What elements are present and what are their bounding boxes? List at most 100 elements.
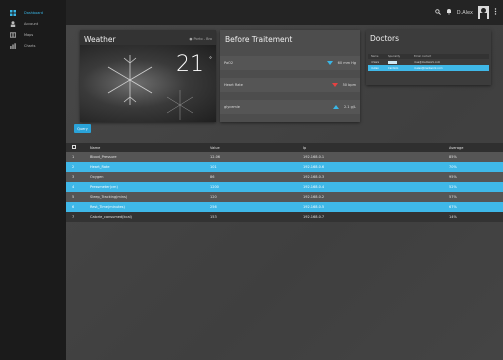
- weather-card: Weather ● Porto - Bro 21 °: [80, 30, 216, 122]
- cell-value: 256: [210, 205, 217, 209]
- cell-name: Blood_Pressure: [90, 155, 117, 159]
- metric-value: 50 bpm: [342, 83, 356, 87]
- bell-icon[interactable]: [446, 8, 452, 17]
- cell-name: Heart_Rate: [90, 165, 110, 169]
- doctor-name: d.Sara: [371, 60, 380, 64]
- cell-average: 14%: [449, 215, 457, 219]
- cell-average: 70%: [449, 165, 457, 169]
- sidebar-item-account[interactable]: Account: [0, 18, 66, 29]
- cell-name: Calorie_consumed(kcal): [90, 215, 132, 219]
- doctor-email: d.sa@mediwork.com: [414, 60, 441, 64]
- cell-average: 52%: [449, 185, 457, 189]
- more-vert-icon[interactable]: [494, 8, 497, 17]
- row-number: 1: [72, 155, 75, 159]
- row-number: 2: [72, 165, 75, 169]
- before-treatment-card: Before Traitement PaO2 60 mm Hg Heart Ra…: [220, 30, 360, 122]
- table-row[interactable]: 5 Sleep_Tracking(mins) 120 192.168.0.2 5…: [66, 192, 503, 202]
- table-row[interactable]: 7 Calorie_consumed(kcal) 153 192.168.0.7…: [66, 212, 503, 222]
- doctor-speciality: [388, 60, 414, 64]
- metric-label: PaO2: [224, 61, 234, 65]
- metric-label: glycemie: [224, 105, 240, 109]
- chart-icon: [10, 42, 16, 49]
- cell-value: 120: [210, 195, 217, 199]
- column-header[interactable]: Name: [90, 146, 210, 150]
- cell-ip: 192.168.0.4: [303, 185, 325, 189]
- cell-ip: 192.168.0.5: [303, 205, 325, 209]
- query-button[interactable]: Query: [74, 124, 91, 133]
- search-icon[interactable]: [435, 8, 441, 17]
- cell-ip: 192.168.0.2: [303, 195, 325, 199]
- sidebar-item-charts[interactable]: Charts: [0, 40, 66, 51]
- cell-value: 86: [210, 175, 215, 179]
- row-number: 4: [72, 185, 75, 189]
- arrow-down-icon: [331, 83, 338, 87]
- cell-value: 12.06: [210, 155, 221, 159]
- column-header: Email contact: [414, 55, 432, 58]
- cell-average: 85%: [449, 155, 457, 159]
- sidebar-item-label: Dashboard: [24, 10, 43, 15]
- doctor-email: d.alex@mediwork.com: [414, 66, 443, 70]
- table-header: Name Value Ip Average: [66, 143, 503, 152]
- grid-icon: [10, 9, 16, 16]
- cell-value: 153: [210, 215, 217, 219]
- cell-name: Rest_Time(minutes): [90, 205, 125, 209]
- row-number: 5: [72, 195, 75, 199]
- avatar[interactable]: [478, 6, 489, 19]
- metric-value: 60 mm Hg: [337, 61, 356, 65]
- row-number: 3: [72, 175, 75, 179]
- arrow-down-icon: [326, 61, 333, 65]
- cell-name: Oxygen: [90, 175, 104, 179]
- metric-label: Heart Rate: [224, 83, 243, 87]
- table-row[interactable]: 1 Blood_Pressure 12.06 192.168.0.1 85%: [66, 152, 503, 162]
- row-number: 7: [72, 215, 75, 219]
- doctor-name: d.Alex: [371, 66, 379, 70]
- sidebar-item-label: Charts: [24, 43, 36, 48]
- cell-name: Pressmeter(cm): [90, 185, 118, 189]
- column-header: Speciality: [388, 55, 401, 58]
- user-name[interactable]: D.Alex: [457, 10, 473, 16]
- table-row[interactable]: 3 Oxygen 86 192.168.0.3 95%: [66, 172, 503, 182]
- table-row[interactable]: 6 Rest_Time(minutes) 256 192.168.0.5 67%: [66, 202, 503, 212]
- weather-location: ● Porto - Bro: [189, 37, 212, 41]
- map-icon: [10, 31, 16, 38]
- column-header[interactable]: Ip: [303, 146, 449, 150]
- doctor-speciality: Cardiolo: [388, 66, 399, 70]
- sidebar: Dashboard Account Maps Charts: [0, 0, 66, 360]
- table-row[interactable]: 4 Pressmeter(cm) 1200 192.168.0.4 52%: [66, 182, 503, 192]
- main-content: Weather ● Porto - Bro 21 ° Before Traite…: [66, 25, 503, 360]
- temperature-unit: °: [209, 56, 212, 63]
- arrow-up-icon: [332, 105, 339, 109]
- cell-ip: 192.168.0.1: [303, 155, 325, 159]
- cell-value: 101: [210, 165, 217, 169]
- doctors-table: Name Speciality Email contact d.Sara d.s…: [368, 54, 489, 71]
- before-treatment-title: Before Traitement: [225, 35, 293, 44]
- row-number: 6: [72, 205, 75, 209]
- sidebar-item-label: Account: [24, 21, 39, 26]
- cell-ip: 192.168.0.3: [303, 175, 325, 179]
- table-row[interactable]: 2 Heart_Rate 101 192.168.0.6 70%: [66, 162, 503, 172]
- cell-average: 95%: [449, 175, 457, 179]
- temperature-value: 21: [176, 52, 204, 77]
- sidebar-item-maps[interactable]: Maps: [0, 29, 66, 40]
- cell-average: 57%: [449, 195, 457, 199]
- sidebar-item-dashboard[interactable]: Dashboard: [0, 7, 66, 18]
- weather-title: Weather: [84, 34, 116, 44]
- doctors-title: Doctors: [370, 34, 400, 43]
- cell-ip: 192.168.0.7: [303, 215, 325, 219]
- table-row[interactable]: d.Alex Cardiolo d.alex@mediwork.com: [368, 65, 489, 71]
- cell-ip: 192.168.0.6: [303, 165, 325, 169]
- speciality-badge: [388, 60, 397, 64]
- select-all-checkbox[interactable]: [72, 145, 76, 149]
- column-header[interactable]: Value: [210, 146, 303, 150]
- cell-value: 1200: [210, 185, 219, 189]
- metric-value: 2.1 g/L: [343, 105, 356, 109]
- metric-row: Heart Rate 50 bpm: [220, 78, 360, 92]
- cell-name: Sleep_Tracking(mins): [90, 195, 128, 199]
- metric-row: PaO2 60 mm Hg: [220, 56, 360, 70]
- sidebar-item-label: Maps: [24, 32, 34, 37]
- metric-row: glycemie 2.1 g/L: [220, 100, 360, 114]
- cell-average: 67%: [449, 205, 457, 209]
- column-header[interactable]: Average: [449, 146, 503, 150]
- column-header: Name: [371, 55, 379, 58]
- sensor-table: Name Value Ip Average 1 Blood_Pressure 1…: [66, 143, 503, 222]
